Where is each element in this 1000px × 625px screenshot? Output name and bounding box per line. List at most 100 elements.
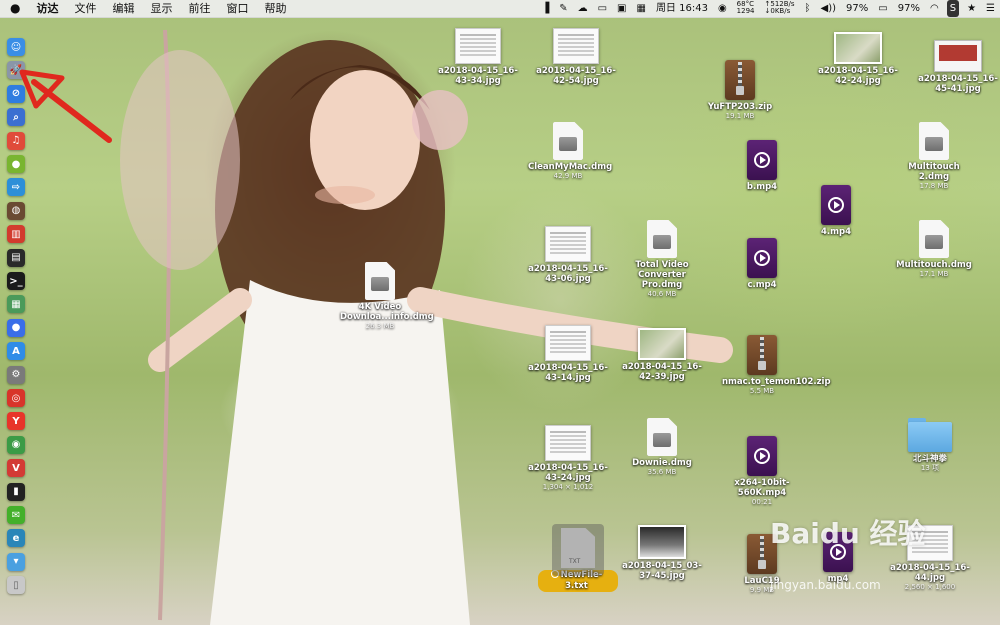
battery-percent-right[interactable]: 97% [893, 0, 925, 17]
trash-icon[interactable]: ▯ [7, 576, 25, 595]
desktop-file-label: a2018-04-15_16-42-39.jpg [622, 362, 702, 382]
safari-icon[interactable]: ⊘ [7, 84, 25, 103]
desktop-file[interactable]: 北斗神拳 13 项 [890, 418, 970, 473]
desktop-file[interactable]: YuFTP203.zip 19.1 MB [700, 60, 780, 121]
laptop-status-icon[interactable]: ▭ [593, 0, 612, 17]
video-file-icon [747, 436, 777, 476]
desktop-file[interactable]: a2018-04-15_16-43-34.jpg [438, 28, 518, 86]
battery-icon[interactable]: ▭ [873, 0, 892, 17]
gamepad-status-icon[interactable]: ◉ [713, 0, 732, 17]
terminal-icon[interactable]: >_ [7, 272, 25, 290]
finder-icon[interactable]: ☺ [7, 38, 25, 56]
network-speed-readout[interactable]: ↑512B/s ↓0KB/s [760, 0, 800, 17]
apple-menu-icon[interactable]: ● [0, 0, 28, 17]
menu-app-name[interactable]: 访达 [28, 0, 66, 17]
activity-monitor-icon[interactable]: ▤ [7, 248, 25, 267]
desktop-file[interactable]: CleanMyMac.dmg 42.9 MB [528, 122, 613, 181]
temp-fan-readout[interactable]: 68°C 1294 [732, 0, 760, 17]
android-icon[interactable]: ● [7, 155, 25, 173]
audio-app-icon[interactable]: ▥ [7, 225, 25, 244]
clock-text[interactable]: 周日 16:43 [651, 0, 713, 17]
desktop-wallpaper: ● 访达 文件 编辑 显示 前往 窗口 帮助 ▐ ✎ ☁ ▭ ▣ ▦ 周日 16… [0, 0, 1000, 625]
preview-icon[interactable]: ▦ [7, 295, 25, 314]
netease-music-icon[interactable]: ◎ [7, 389, 25, 407]
app-store-icon[interactable]: A [7, 342, 25, 361]
desktop-file[interactable]: a2018-04-15_16-43-06.jpg [528, 226, 608, 284]
disk-image-icon [365, 262, 395, 300]
desktop-file[interactable]: c.mp4 [722, 238, 802, 290]
drive-glyph-icon [653, 235, 671, 249]
battery-percent-left[interactable]: 97% [841, 0, 873, 17]
drive-glyph-icon [559, 137, 577, 151]
desktop-file[interactable]: a2018-04-15_16-43-14.jpg [528, 325, 608, 383]
desktop-file-label: a2018-04-15_16-44.jpg [890, 563, 970, 583]
edge-icon[interactable]: e [7, 529, 25, 548]
desktop-file[interactable]: a2018-04-15_16-42-24.jpg [818, 32, 898, 86]
notification-center-icon[interactable]: ☰ [981, 0, 1000, 17]
desktop-file-meta: 35.6 MB [647, 468, 677, 476]
desktop-file[interactable]: 4K Video Downloa...info.dmg 26.3 MB [340, 262, 434, 331]
pin-status-icon[interactable]: ✎ [554, 0, 572, 17]
desktop-file[interactable]: Multitouch 2.dmg 17.8 MB [894, 122, 974, 191]
desktop-file[interactable]: x264-10bit-560K.mp4 00:21 [722, 436, 802, 507]
console-icon[interactable]: ▮ [7, 482, 25, 501]
chrome-icon[interactable]: ◉ [7, 435, 25, 454]
selection-highlight [552, 524, 604, 576]
disk-image-icon [919, 122, 949, 160]
planet-icon[interactable]: ◍ [7, 201, 25, 220]
sound-icon[interactable]: ◀)) [816, 0, 842, 17]
bookmark-status-icon[interactable]: ▐ [536, 0, 554, 17]
wechat-status-icon[interactable]: ☁ [573, 0, 593, 17]
yandex-icon[interactable]: Y [7, 412, 25, 431]
bluetooth-icon[interactable]: ᛒ [800, 0, 816, 17]
music-app-icon[interactable]: ♫ [7, 131, 25, 150]
disk-image-icon [553, 122, 583, 160]
desktop-file-label: 4.mp4 [821, 227, 851, 237]
desktop-file[interactable]: a2018-04-15_16-43-24.jpg 1,304 × 1,012 [528, 425, 608, 492]
menu-window[interactable]: 窗口 [218, 0, 256, 17]
desktop-file[interactable]: 4.mp4 [796, 185, 876, 237]
image-thumbnail-icon [455, 28, 501, 64]
desktop-file[interactable]: a2018-04-15_03-37-45.jpg [622, 525, 702, 581]
grid-status-icon[interactable]: ▦ [631, 0, 650, 17]
spotlight-icon[interactable]: S [946, 0, 960, 17]
desktop-file[interactable]: b.mp4 [722, 140, 802, 192]
video-file-icon [821, 185, 851, 225]
menu-go[interactable]: 前往 [180, 0, 218, 17]
downloads-folder-icon[interactable]: ▾ [7, 552, 25, 571]
desktop-file[interactable]: a2018-04-15_16-45-41.jpg [918, 40, 998, 94]
desktop-file-label: 4K Video Downloa...info.dmg [340, 302, 434, 322]
desktop-file-label: a2018-04-15_16-43-34.jpg [438, 66, 518, 86]
menu-file[interactable]: 文件 [66, 0, 104, 17]
image-thumbnail-icon [553, 28, 599, 64]
siri-icon[interactable]: ● [7, 318, 25, 337]
desktop-file[interactable]: Multitouch.dmg 17.1 MB [894, 220, 974, 279]
wechat-icon[interactable]: ✉ [7, 506, 25, 524]
desktop-file-label: Multitouch.dmg [896, 260, 972, 270]
launchpad-icon[interactable]: 🚀 [7, 61, 25, 80]
drive-glyph-icon [925, 235, 943, 249]
desktop-file-label: a2018-04-15_16-42-24.jpg [818, 66, 898, 86]
disk-image-icon [647, 220, 677, 258]
wifi-icon[interactable]: ◠ [925, 0, 944, 17]
display-status-icon[interactable]: ▣ [612, 0, 631, 17]
desktop-file-label: CleanMyMac.dmg [528, 162, 613, 172]
menu-help[interactable]: 帮助 [256, 0, 294, 17]
dock: ☺ 🚀 ⊘ ⌕ ♫ ● ⇨ ◍ ▥ ▤ >_ ▦ ● A ⚙ ◎ Y ◉ V ▮ ✉ e ▾ ▯ [0, 34, 32, 614]
desktop-file[interactable]: a2018-04-15_16-42-54.jpg [536, 28, 616, 86]
system-preferences-icon[interactable]: ⚙ [7, 365, 25, 384]
menu-view[interactable]: 显示 [142, 0, 180, 17]
desktop-file[interactable]: Downie.dmg 35.6 MB [622, 418, 702, 477]
drive-glyph-icon [653, 433, 671, 447]
menu-edit[interactable]: 编辑 [104, 0, 142, 17]
vivaldi-icon[interactable]: V [7, 459, 25, 478]
migration-icon[interactable]: ⇨ [7, 178, 25, 197]
desktop-file[interactable]: a2018-04-15_16-42-39.jpg [622, 328, 702, 382]
search-app-icon[interactable]: ⌕ [7, 108, 25, 127]
desktop-file[interactable]: Total Video Converter Pro.dmg 40.6 MB [622, 220, 702, 299]
desktop-file-label: 北斗神拳 [912, 454, 947, 464]
desktop-file[interactable]: nmac.to_temon102.zip 5.5 MB [722, 335, 831, 396]
desktop-file-meta: 1,304 × 1,012 [542, 483, 594, 491]
star-icon[interactable]: ★ [962, 0, 981, 17]
desktop-file-label: a2018-04-15_16-42-54.jpg [536, 66, 616, 86]
